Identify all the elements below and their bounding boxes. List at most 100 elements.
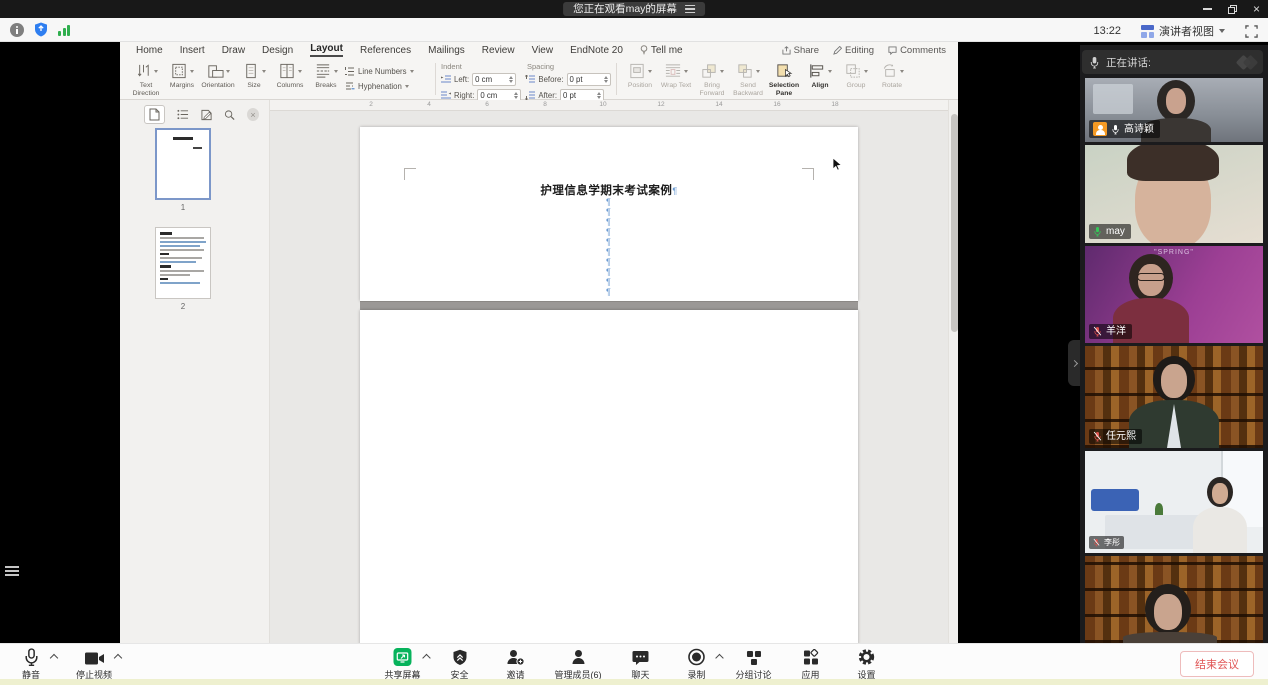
page-thumbnail-1[interactable]	[155, 128, 211, 200]
mute-options-chevron[interactable]	[50, 654, 58, 662]
breakout-rooms-button[interactable]: 分组讨论	[736, 648, 772, 681]
participant-video[interactable]: may	[1085, 145, 1263, 243]
view-mode-label: 演讲者视图	[1159, 23, 1214, 39]
page-2-label: 2	[155, 302, 211, 311]
meeting-protect-icon[interactable]	[34, 22, 48, 37]
page-size-icon	[242, 62, 260, 80]
network-signal-icon[interactable]	[58, 24, 70, 36]
banner-menu-icon[interactable]	[685, 5, 695, 14]
tab-insert[interactable]: Insert	[180, 45, 205, 56]
align-button[interactable]: Align	[802, 61, 838, 97]
group-button[interactable]: Group	[838, 61, 874, 97]
share-screen-button[interactable]: 共享屏幕	[384, 648, 420, 681]
video-options-chevron[interactable]	[114, 654, 122, 662]
watermark-logo	[1238, 57, 1256, 68]
share-options-chevron[interactable]	[422, 654, 430, 662]
document-page-1[interactable]: 护理信息学期末考试案例¶ ¶¶¶¶¶¶¶¶¶¶	[360, 127, 858, 301]
page-thumbnail-2[interactable]	[155, 227, 211, 299]
minimize-icon[interactable]	[1203, 8, 1212, 10]
position-button[interactable]: Position	[622, 61, 658, 97]
selection-pane-button[interactable]: Selection Pane	[766, 61, 802, 97]
document-canvas[interactable]: 护理信息学期末考试案例¶ ¶¶¶¶¶¶¶¶¶¶	[270, 111, 948, 643]
mute-button[interactable]: 静音	[14, 648, 48, 681]
group-icon	[844, 62, 862, 80]
apps-button[interactable]: 应用	[794, 648, 828, 681]
page-break-divider	[360, 301, 858, 310]
draft-view-icon[interactable]	[201, 109, 212, 121]
line-numbers-button[interactable]: Line Numbers	[344, 66, 430, 77]
tab-home[interactable]: Home	[136, 45, 163, 56]
line-numbers-icon	[344, 66, 355, 77]
tab-endnote[interactable]: EndNote 20	[570, 45, 623, 56]
spacing-label: Spacing	[527, 62, 554, 71]
settings-button[interactable]: 设置	[850, 648, 884, 681]
tab-mailings[interactable]: Mailings	[428, 45, 465, 56]
rotate-button[interactable]: Rotate	[874, 61, 910, 97]
meeting-info-icon[interactable]	[10, 23, 24, 37]
tab-references[interactable]: References	[360, 45, 411, 56]
send-backward-icon	[736, 62, 754, 80]
margins-button[interactable]: Margins	[164, 61, 200, 97]
margin-corner-right	[802, 168, 814, 180]
tab-tellme[interactable]: Tell me	[640, 45, 683, 56]
comments-button[interactable]: Comments	[888, 45, 946, 56]
annotation-toolbar-handle[interactable]	[5, 566, 19, 576]
mic-on-icon	[1111, 124, 1120, 135]
view-mode-button[interactable]: 演讲者视图	[1135, 21, 1231, 41]
mic-icon	[24, 648, 39, 666]
breaks-button[interactable]: Breaks	[308, 61, 344, 97]
invite-person-icon	[507, 649, 525, 666]
vertical-scrollbar[interactable]	[948, 100, 958, 643]
close-icon[interactable]: ×	[1253, 3, 1260, 15]
send-backward-button[interactable]: Send Backward	[730, 61, 766, 97]
text-direction-button[interactable]: Text Direction	[128, 61, 164, 97]
fullscreen-icon[interactable]	[1245, 25, 1258, 38]
tab-layout[interactable]: Layout	[310, 43, 343, 57]
wrap-text-button[interactable]: Wrap Text	[658, 61, 694, 97]
tab-design[interactable]: Design	[262, 45, 293, 56]
selection-pane-icon	[775, 62, 793, 80]
columns-button[interactable]: Columns	[272, 61, 308, 97]
editing-mode-button[interactable]: Editing	[833, 45, 874, 56]
participant-video[interactable]	[1085, 556, 1263, 643]
participant-name: 任元熙	[1106, 431, 1136, 442]
outline-view-icon[interactable]	[177, 109, 189, 120]
watching-banner-text: 您正在观看may的屏幕	[573, 2, 677, 16]
share-button[interactable]: Share	[782, 45, 819, 56]
restore-icon[interactable]	[1228, 5, 1237, 14]
participant-video[interactable]: 高诗颖	[1085, 78, 1263, 142]
tab-view[interactable]: View	[532, 45, 554, 56]
orientation-icon	[206, 62, 224, 80]
thumbnails-view-button[interactable]	[144, 105, 165, 124]
bring-forward-button[interactable]: Bring Forward	[694, 61, 730, 97]
orientation-button[interactable]: Orientation	[200, 61, 236, 97]
mouse-cursor	[832, 157, 843, 172]
pilcrow-column: ¶¶¶¶¶¶¶¶¶¶	[606, 197, 611, 297]
sidebar-collapse-handle[interactable]	[1068, 340, 1080, 386]
tab-draw[interactable]: Draw	[222, 45, 245, 56]
search-icon[interactable]	[224, 109, 235, 121]
record-options-chevron[interactable]	[715, 654, 723, 662]
invite-button[interactable]: 邀请	[499, 648, 533, 681]
manage-participants-button[interactable]: 管理成员(6)	[555, 648, 602, 681]
indent-left-input[interactable]: 0 cm	[472, 73, 516, 86]
participant-video[interactable]: 任元熙	[1085, 346, 1263, 448]
chat-button[interactable]: 聊天	[624, 648, 658, 681]
spacing-before-input[interactable]: 0 pt	[567, 73, 611, 86]
security-button[interactable]: 安全	[443, 648, 477, 681]
document-page-2[interactable]	[360, 310, 858, 643]
indent-right-label: Right:	[454, 91, 474, 100]
end-meeting-button[interactable]: 结束会议	[1180, 651, 1254, 677]
size-button[interactable]: Size	[236, 61, 272, 97]
spacing-after-label: After:	[538, 91, 557, 100]
stop-video-button[interactable]: 停止视频	[76, 648, 112, 681]
tab-review[interactable]: Review	[482, 45, 515, 56]
scrollbar-thumb[interactable]	[951, 114, 958, 332]
settings-gear-icon	[858, 648, 876, 666]
participant-video[interactable]: 李彤	[1085, 451, 1263, 553]
participant-video[interactable]: "SPRING" 羊洋	[1085, 246, 1263, 343]
pane-close-icon[interactable]: ×	[247, 108, 259, 121]
horizontal-ruler[interactable]: 2 4 6 8 10 12 14 16 18	[270, 100, 948, 111]
hyphenation-button[interactable]: Hyphenation	[344, 81, 430, 92]
record-button[interactable]: 录制	[680, 648, 714, 681]
